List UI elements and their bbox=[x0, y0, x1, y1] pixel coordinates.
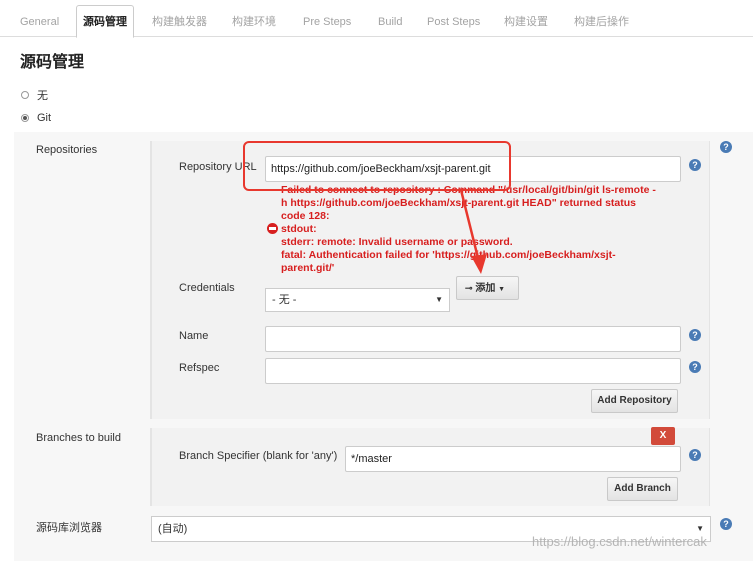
section-title: 源码管理 bbox=[20, 54, 85, 71]
remove-branch-button[interactable]: X bbox=[651, 427, 675, 445]
name-input[interactable] bbox=[265, 326, 681, 352]
help-icon[interactable]: ? bbox=[689, 159, 701, 171]
radio-button[interactable] bbox=[21, 91, 29, 99]
repository-browser-value: (自动) bbox=[158, 523, 188, 535]
watermark: https://blog.csdn.net/wintercak bbox=[532, 534, 707, 549]
add-repository-button[interactable]: Add Repository bbox=[591, 389, 678, 413]
tab-build[interactable]: Build bbox=[372, 8, 408, 37]
add-branch-button[interactable]: Add Branch bbox=[607, 477, 678, 501]
annotation-arrow bbox=[459, 189, 487, 274]
repositories-label: Repositories bbox=[36, 144, 98, 156]
credentials-select[interactable]: - 无 - ▼ bbox=[265, 288, 450, 312]
branch-specifier-input[interactable]: */master bbox=[345, 446, 681, 472]
tab-pre-steps[interactable]: Pre Steps bbox=[297, 8, 357, 37]
tab-build-triggers[interactable]: 构建触发器 bbox=[146, 8, 213, 37]
chevron-down-icon: ▼ bbox=[498, 286, 506, 293]
error-icon bbox=[267, 223, 278, 234]
add-credentials-button[interactable]: ⊸ 添加 ▼ bbox=[456, 276, 519, 300]
scm-option-git[interactable]: Git bbox=[21, 110, 51, 126]
help-icon[interactable]: ? bbox=[720, 141, 732, 153]
branch-specifier-label: Branch Specifier (blank for 'any') bbox=[179, 450, 338, 462]
scm-option-none[interactable]: 无 bbox=[21, 87, 48, 103]
tab-post-build-actions[interactable]: 构建后操作 bbox=[568, 8, 635, 37]
tab-general[interactable]: General bbox=[14, 8, 65, 37]
tab-build-environment[interactable]: 构建环境 bbox=[226, 8, 282, 37]
tab-scm[interactable]: 源码管理 bbox=[76, 5, 134, 38]
branches-label: Branches to build bbox=[36, 432, 121, 444]
help-icon[interactable]: ? bbox=[689, 361, 701, 373]
help-icon[interactable]: ? bbox=[689, 449, 701, 461]
key-icon: ⊸ bbox=[465, 283, 473, 293]
help-icon[interactable]: ? bbox=[689, 329, 701, 341]
refspec-label: Refspec bbox=[179, 362, 220, 374]
chevron-down-icon: ▼ bbox=[435, 295, 443, 304]
radio-label: Git bbox=[37, 112, 52, 124]
refspec-input[interactable] bbox=[265, 358, 681, 384]
name-label: Name bbox=[179, 330, 209, 342]
url-highlight-annotation bbox=[243, 141, 511, 191]
credentials-value: - 无 - bbox=[272, 294, 297, 306]
tab-build-settings[interactable]: 构建设置 bbox=[498, 8, 554, 37]
tab-post-steps[interactable]: Post Steps bbox=[421, 8, 486, 37]
tab-bar: General 源码管理 构建触发器 构建环境 Pre Steps Build … bbox=[0, 0, 753, 38]
credentials-label: Credentials bbox=[179, 282, 235, 294]
radio-button[interactable] bbox=[21, 114, 29, 122]
radio-label: 无 bbox=[37, 90, 48, 102]
repository-browser-label: 源码库浏览器 bbox=[36, 522, 102, 534]
help-icon[interactable]: ? bbox=[720, 518, 732, 530]
add-button-label: 添加 bbox=[475, 283, 496, 294]
